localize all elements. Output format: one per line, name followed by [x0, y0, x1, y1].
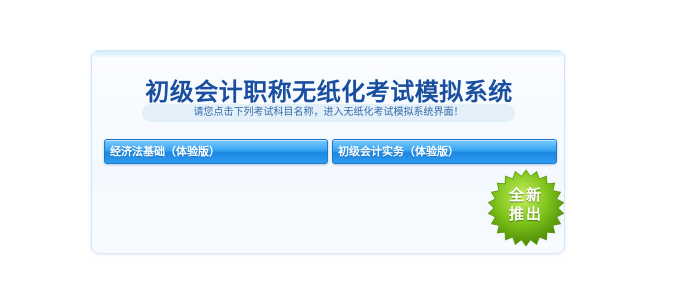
- badge-line-2: 推出: [508, 205, 543, 223]
- instruction-text: 请您点击下列考试科目名称，进入无纸化考试模拟系统界面！: [142, 104, 515, 122]
- exam-button-economic-law[interactable]: 经济法基础（体验版）: [104, 139, 328, 164]
- new-release-badge: 全新 推出: [486, 168, 566, 248]
- panel-header-bar: [92, 51, 564, 57]
- exam-button-accounting-practice[interactable]: 初级会计实务（体验版）: [332, 139, 557, 164]
- badge-line-1: 全新: [508, 186, 543, 204]
- page-title: 初级会计职称无纸化考试模拟系统: [145, 78, 513, 106]
